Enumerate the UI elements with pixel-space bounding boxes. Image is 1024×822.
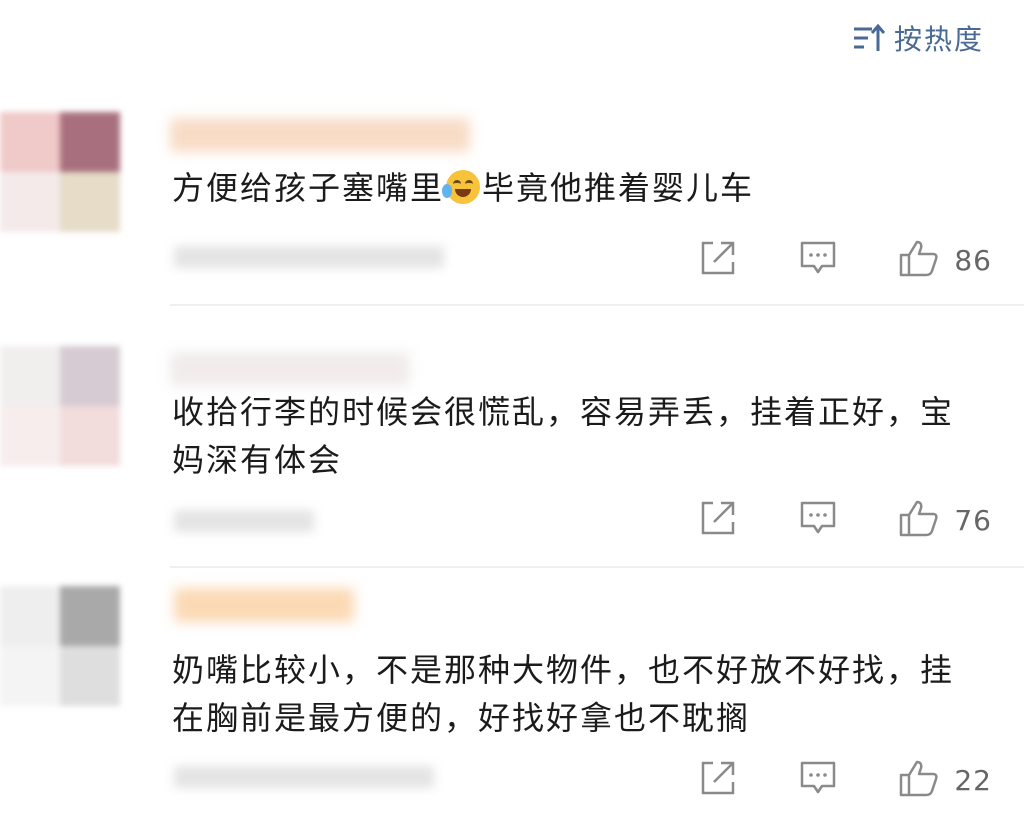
reply-button[interactable]: [798, 500, 838, 540]
thumbs-up-icon: [898, 238, 940, 282]
like-count: 76: [954, 503, 992, 537]
reply-icon: [799, 240, 837, 280]
like-count: 86: [954, 243, 992, 277]
avatar-blurred[interactable]: [0, 346, 120, 466]
comment-item: 奶嘴比较小，不是那种大物件，也不好放不好找，挂在胸前是最方便的，好找好拿也不耽搁…: [0, 580, 1024, 822]
comment-item: 方便给孩子塞嘴里 毕竟他推着婴儿车 86: [0, 108, 1024, 304]
thumbs-up-icon: [898, 498, 940, 542]
like-button[interactable]: 76: [898, 498, 992, 542]
reply-button[interactable]: [798, 760, 838, 800]
username-blurred[interactable]: [174, 588, 354, 622]
timestamp-blurred: [174, 246, 444, 268]
reply-icon: [799, 760, 837, 800]
comment-actions: 76: [698, 500, 992, 540]
username-blurred[interactable]: [170, 352, 410, 386]
comment-actions: 22: [698, 760, 992, 800]
like-button[interactable]: 22: [898, 758, 992, 802]
divider: [170, 566, 1024, 568]
username-blurred[interactable]: [170, 118, 470, 152]
timestamp-blurred: [174, 766, 434, 788]
like-count: 22: [954, 763, 992, 797]
share-button[interactable]: [698, 500, 738, 540]
comment-text: 奶嘴比较小，不是那种大物件，也不好放不好找，挂在胸前是最方便的，好找好拿也不耽搁: [172, 651, 955, 737]
avatar-blurred[interactable]: [0, 586, 120, 706]
reply-button[interactable]: [798, 240, 838, 280]
avatar-blurred[interactable]: [0, 112, 120, 232]
share-button[interactable]: [698, 240, 738, 280]
crying-laughing-emoji-icon: [442, 170, 481, 204]
reply-icon: [799, 500, 837, 540]
sort-label: 按热度: [893, 23, 984, 56]
timestamp-blurred: [174, 510, 314, 532]
share-icon: [699, 760, 737, 800]
share-icon: [699, 240, 737, 280]
divider: [170, 304, 1024, 306]
share-icon: [699, 500, 737, 540]
sort-icon: [852, 23, 886, 53]
sort-by-hot-button[interactable]: 按热度: [852, 18, 984, 58]
comment-text: 收拾行李的时候会很慌乱，容易弄丢，挂着正好，宝妈深有体会: [172, 393, 955, 479]
like-button[interactable]: 86: [898, 238, 992, 282]
comment-item: 收拾行李的时候会很慌乱，容易弄丢，挂着正好，宝妈深有体会 76: [0, 340, 1024, 566]
share-button[interactable]: [698, 760, 738, 800]
thumbs-up-icon: [898, 758, 940, 802]
comment-text: 方便给孩子塞嘴里 毕竟他推着婴儿车: [172, 169, 755, 207]
comment-actions: 86: [698, 240, 992, 280]
